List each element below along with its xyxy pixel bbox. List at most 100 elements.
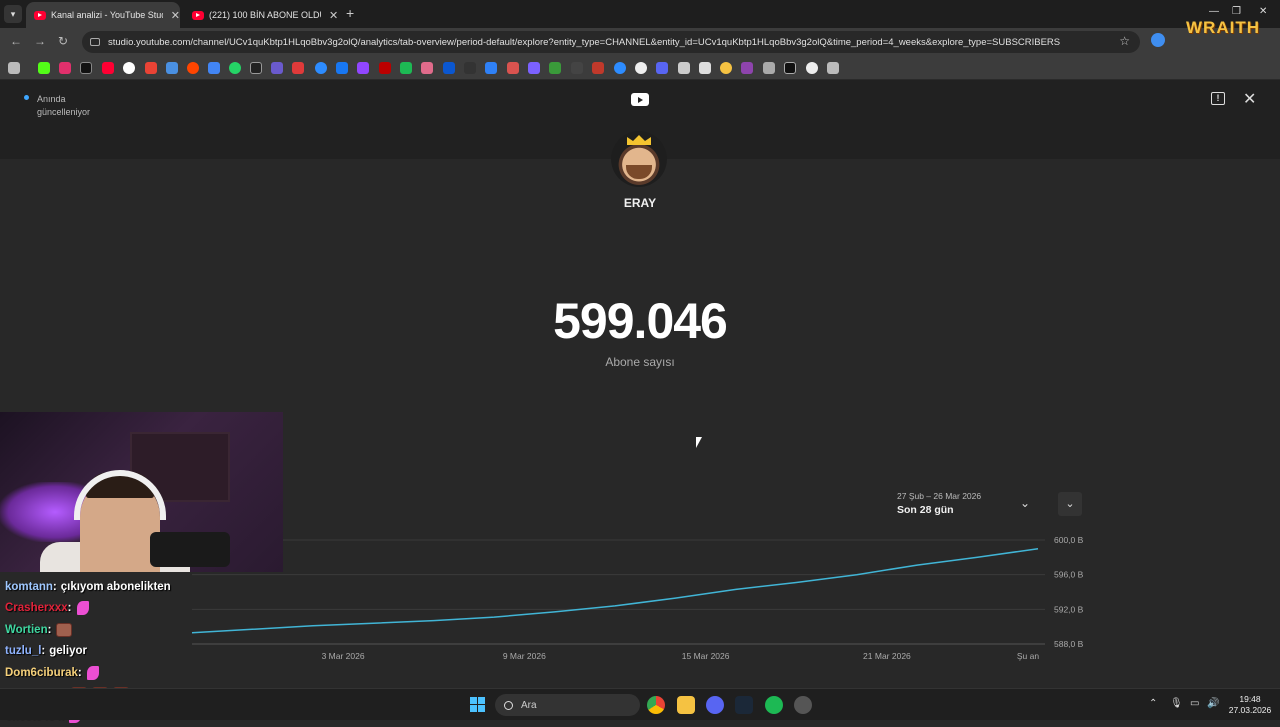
tab-title: Kanal analizi - YouTube Studio — [50, 10, 163, 20]
clock-time: 19:48 — [1239, 694, 1261, 704]
bookmark-icon[interactable] — [507, 62, 519, 74]
bookmark-icon[interactable] — [784, 62, 796, 74]
whatsapp-icon[interactable] — [229, 62, 241, 74]
address-bar[interactable]: studio.youtube.com/channel/UCv1quKbtp1HL… — [82, 31, 1140, 53]
reddit-icon[interactable] — [187, 62, 199, 74]
windows-start-icon[interactable] — [470, 697, 485, 712]
bookmark-icon[interactable] — [635, 62, 647, 74]
expand-chevron-icon[interactable]: ⌄ — [1058, 492, 1082, 516]
tab-search-chevron-icon[interactable]: ▾ — [4, 5, 22, 23]
youtube-favicon-icon — [192, 10, 204, 20]
google-icon[interactable] — [123, 62, 135, 74]
microphone-icon — [150, 532, 230, 567]
period-range: 27 Şub – 26 Mar 2026 — [897, 491, 982, 501]
extension-icon[interactable] — [1151, 33, 1165, 47]
youtube-logo-icon[interactable] — [631, 93, 649, 106]
minimize-icon[interactable]: — — [1209, 6, 1219, 17]
taskbar-search[interactable]: Ara — [495, 694, 640, 716]
mouse-cursor-icon — [696, 437, 702, 448]
tab-youtube-video[interactable]: (221) 100 BİN ABONE OLDUĞU ✕ — [184, 2, 340, 28]
chat-username[interactable]: tuzlu_l — [5, 645, 41, 657]
bookmark-icon[interactable] — [827, 62, 839, 74]
x-tick-label: 15 Mar 2026 — [682, 651, 730, 661]
volume-icon[interactable]: 🔊 — [1207, 698, 1219, 709]
youtube-favicon-icon — [34, 10, 46, 20]
channel-avatar — [611, 131, 667, 187]
kick-icon[interactable] — [38, 62, 50, 74]
bookmark-icon[interactable] — [400, 62, 412, 74]
chat-username[interactable]: Crasherxxx — [5, 602, 68, 614]
chevron-down-icon[interactable]: ⌄ — [1020, 496, 1030, 510]
tab-title: (221) 100 BİN ABONE OLDUĞU — [209, 10, 321, 20]
bookmark-icon[interactable] — [571, 62, 583, 74]
chat-username[interactable]: Wortien — [5, 624, 48, 636]
translate-icon[interactable] — [208, 62, 220, 74]
search-placeholder: Ara — [521, 699, 537, 711]
tab-close-icon[interactable]: ✕ — [329, 9, 338, 22]
bookmark-icon[interactable] — [421, 62, 433, 74]
live-indicator-icon — [24, 95, 29, 100]
site-info-icon[interactable] — [90, 38, 100, 46]
url-text: studio.youtube.com/channel/UCv1quKbtp1HL… — [108, 36, 1061, 48]
bookmark-icon[interactable] — [271, 62, 283, 74]
subscriber-label: Abone sayısı — [605, 355, 675, 369]
restore-icon[interactable]: ❐ — [1232, 6, 1241, 17]
bookmark-icon[interactable] — [614, 62, 626, 74]
steam-icon[interactable] — [735, 696, 753, 714]
back-arrow-icon[interactable]: ← — [10, 34, 22, 48]
bookmarks-bar — [0, 56, 1280, 80]
chat-message: komtann : çıkıyom abonelikten — [5, 576, 171, 598]
tab-close-icon[interactable]: ✕ — [171, 9, 180, 22]
subscriber-count: 599.046 — [553, 293, 728, 349]
gmail-icon[interactable] — [145, 62, 157, 74]
discord-icon[interactable] — [706, 696, 724, 714]
youtube-icon[interactable] — [102, 62, 114, 74]
twitch-icon[interactable] — [357, 62, 369, 74]
bookmark-star-icon[interactable]: ☆ — [1119, 34, 1130, 48]
bookmark-icon[interactable] — [806, 62, 818, 74]
feedback-icon[interactable]: ! — [1211, 92, 1225, 105]
bookmark-icon[interactable] — [292, 62, 304, 74]
file-explorer-icon[interactable] — [677, 696, 695, 714]
reload-icon[interactable]: ↻ — [58, 34, 68, 48]
chat-username[interactable]: komtann — [5, 581, 53, 593]
wraith-logo: WRAITH — [1186, 18, 1260, 37]
facebook-icon[interactable] — [336, 62, 348, 74]
bookmark-icon[interactable] — [528, 62, 540, 74]
period-selector[interactable]: Son 28 gün — [897, 504, 954, 516]
y-tick-label: 600,0 B — [1054, 535, 1084, 545]
microphone-icon[interactable]: 🎙 — [1170, 698, 1183, 709]
chrome-icon[interactable] — [647, 696, 665, 714]
forward-arrow-icon[interactable]: → — [34, 34, 46, 48]
bookmark-icon[interactable] — [656, 62, 668, 74]
window-close-icon[interactable]: ✕ — [1259, 6, 1267, 17]
close-icon[interactable]: ✕ — [1243, 89, 1256, 109]
bookmark-icon[interactable] — [741, 62, 753, 74]
instagram-icon[interactable] — [59, 62, 71, 74]
bookmark-icon[interactable] — [250, 62, 262, 74]
bookmark-icon[interactable] — [592, 62, 604, 74]
pink-emote-icon — [86, 665, 99, 680]
tray-chevron-up-icon[interactable]: ⌃ — [1149, 698, 1157, 709]
bookmark-icon[interactable] — [485, 62, 497, 74]
bookmark-icon[interactable] — [678, 62, 690, 74]
bookmark-icon[interactable] — [720, 62, 732, 74]
network-icon[interactable]: ▭ — [1190, 698, 1199, 709]
bookmark-icon[interactable] — [315, 62, 327, 74]
bookmark-icon[interactable] — [699, 62, 711, 74]
apps-grid-icon[interactable] — [8, 62, 20, 74]
bookmark-icon[interactable] — [379, 62, 391, 74]
new-tab-plus-icon[interactable]: + — [346, 5, 354, 21]
app-icon[interactable] — [794, 696, 812, 714]
bookmark-icon[interactable] — [464, 62, 476, 74]
tab-youtube-studio[interactable]: Kanal analizi - YouTube Studio ✕ — [26, 2, 180, 28]
chat-username[interactable]: Dom6ciburak — [5, 667, 78, 679]
taskbar-clock[interactable]: 19:48 27.03.2026 — [1225, 694, 1275, 716]
bookmark-icon[interactable] — [166, 62, 178, 74]
x-icon[interactable] — [80, 62, 92, 74]
bookmark-icon[interactable] — [443, 62, 455, 74]
bookmark-icon[interactable] — [549, 62, 561, 74]
live-status-text: Anında güncelleniyor — [37, 94, 91, 117]
spotify-icon[interactable] — [765, 696, 783, 714]
bookmark-icon[interactable] — [763, 62, 775, 74]
